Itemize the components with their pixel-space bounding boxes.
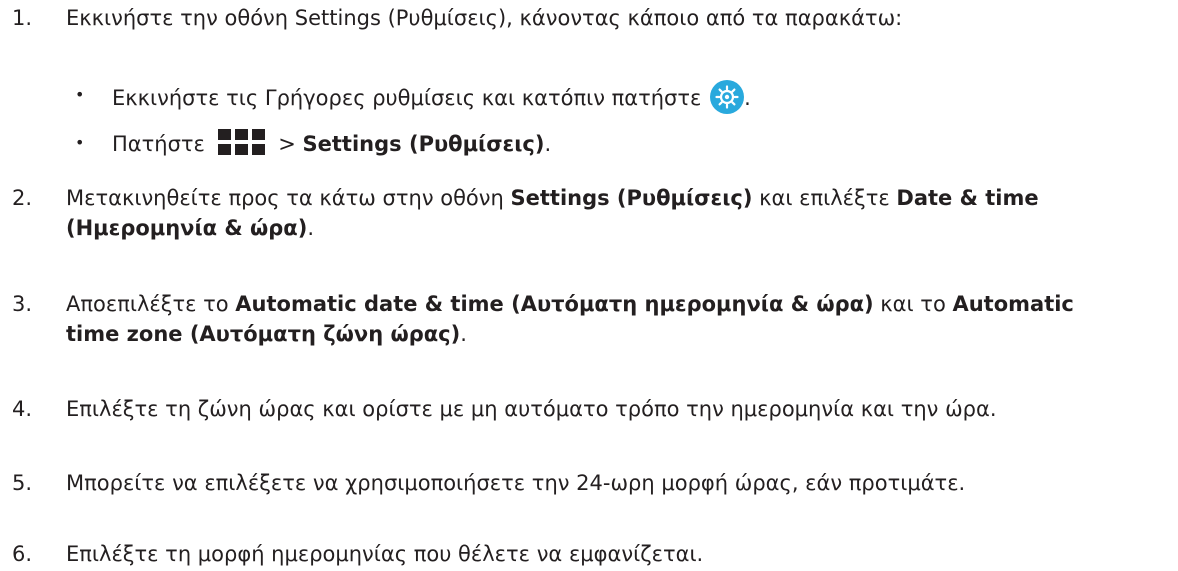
- sub-item-text-after: >: [271, 132, 303, 156]
- bullet: •: [75, 133, 85, 152]
- step-text: Αποεπιλέξτε το Automatic date & time (Αυ…: [66, 289, 1166, 349]
- date-time-label-greek: (Ημερομηνία & ώρα): [66, 216, 308, 240]
- step-text-part: .: [307, 216, 315, 240]
- bullet: •: [75, 85, 85, 104]
- automatic-time-zone-label: Automatic: [952, 292, 1074, 316]
- step-text-part: Μετακινηθείτε προς τα κάτω στην οθόνη: [66, 186, 511, 210]
- step-text: Εκκινήστε την οθόνη Settings (Ρυθμίσεις)…: [66, 6, 903, 30]
- step-text-part: και το: [873, 292, 953, 316]
- step-text-part: .: [460, 322, 467, 346]
- step-number: 3.: [12, 292, 33, 316]
- step-text-part: Αποεπιλέξτε το: [66, 292, 236, 316]
- sub-item-text-end: .: [544, 132, 552, 156]
- sub-item-text: Εκκινήστε τις Γρήγορες ρυθμίσεις και κατ…: [112, 80, 751, 114]
- step-text: Επιλέξτε τη μορφή ημερομηνίας που θέλετε…: [66, 542, 704, 566]
- sub-item-text-before: Πατήστε: [112, 132, 205, 156]
- step-text: Επιλέξτε τη ζώνη ώρας και ορίστε με μη α…: [66, 397, 997, 421]
- sub-item-text-before: Εκκινήστε τις Γρήγορες ρυθμίσεις και κατ…: [112, 86, 702, 110]
- instruction-page: 1. Εκκινήστε την οθόνη Settings (Ρυθμίσε…: [0, 0, 1178, 571]
- date-time-label: Date & time: [896, 186, 1039, 210]
- sub-item-text-after: .: [744, 86, 751, 110]
- step-text-part: και επιλέξτε: [752, 186, 897, 210]
- step-number: 5.: [12, 471, 33, 495]
- settings-label: Settings (Ρυθμίσεις): [302, 132, 545, 156]
- step-text: Μπορείτε να επιλέξετε να χρησιμοποιήσετε…: [66, 471, 966, 495]
- apps-grid-icon: [214, 128, 270, 156]
- step-number: 4.: [12, 397, 33, 421]
- step-number: 1.: [12, 6, 33, 30]
- settings-label: Settings (Ρυθμίσεις): [510, 186, 753, 210]
- sub-item-text: Πατήστε > Settings (Ρυθμίσεις).: [112, 128, 551, 159]
- automatic-date-time-label: Automatic date & time (Αυτόματη ημερομην…: [235, 292, 874, 316]
- step-number: 2.: [12, 186, 33, 210]
- automatic-time-zone-label-rest: time zone (Αυτόματη ζώνη ώρας): [66, 322, 461, 346]
- step-number: 6.: [12, 542, 33, 566]
- step-text: Μετακινηθείτε προς τα κάτω στην οθόνη Se…: [66, 183, 1166, 243]
- gear-icon: [710, 80, 745, 114]
